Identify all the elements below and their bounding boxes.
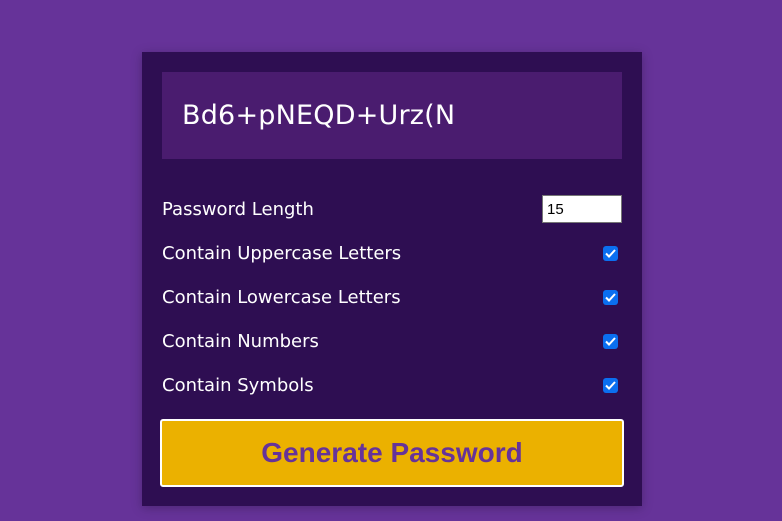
checkmark-icon xyxy=(605,248,616,258)
checkmark-icon xyxy=(605,292,616,302)
option-symbols-row: Contain Symbols xyxy=(162,370,622,400)
checkmark-icon xyxy=(605,380,616,390)
option-numbers-label: Contain Numbers xyxy=(162,330,319,352)
length-row: Password Length xyxy=(162,194,622,224)
length-input[interactable] xyxy=(542,195,622,223)
checkmark-icon xyxy=(605,336,616,346)
generate-password-button[interactable]: Generate Password xyxy=(160,419,624,487)
option-uppercase-row: Contain Uppercase Letters xyxy=(162,238,622,268)
option-uppercase-label: Contain Uppercase Letters xyxy=(162,242,402,264)
option-lowercase-label: Contain Lowercase Letters xyxy=(162,286,401,308)
password-result: Bd6+pNEQD+Urz(N xyxy=(162,72,622,159)
option-numbers-row: Contain Numbers xyxy=(162,326,622,356)
option-lowercase-row: Contain Lowercase Letters xyxy=(162,282,622,312)
length-label: Password Length xyxy=(162,198,314,220)
option-numbers-checkbox[interactable] xyxy=(603,333,618,349)
password-generator-card: Bd6+pNEQD+Urz(N Password Length Contain … xyxy=(142,52,642,506)
option-uppercase-checkbox[interactable] xyxy=(603,245,618,261)
option-symbols-label: Contain Symbols xyxy=(162,374,314,396)
option-symbols-checkbox[interactable] xyxy=(603,377,618,393)
option-lowercase-checkbox[interactable] xyxy=(603,289,618,305)
